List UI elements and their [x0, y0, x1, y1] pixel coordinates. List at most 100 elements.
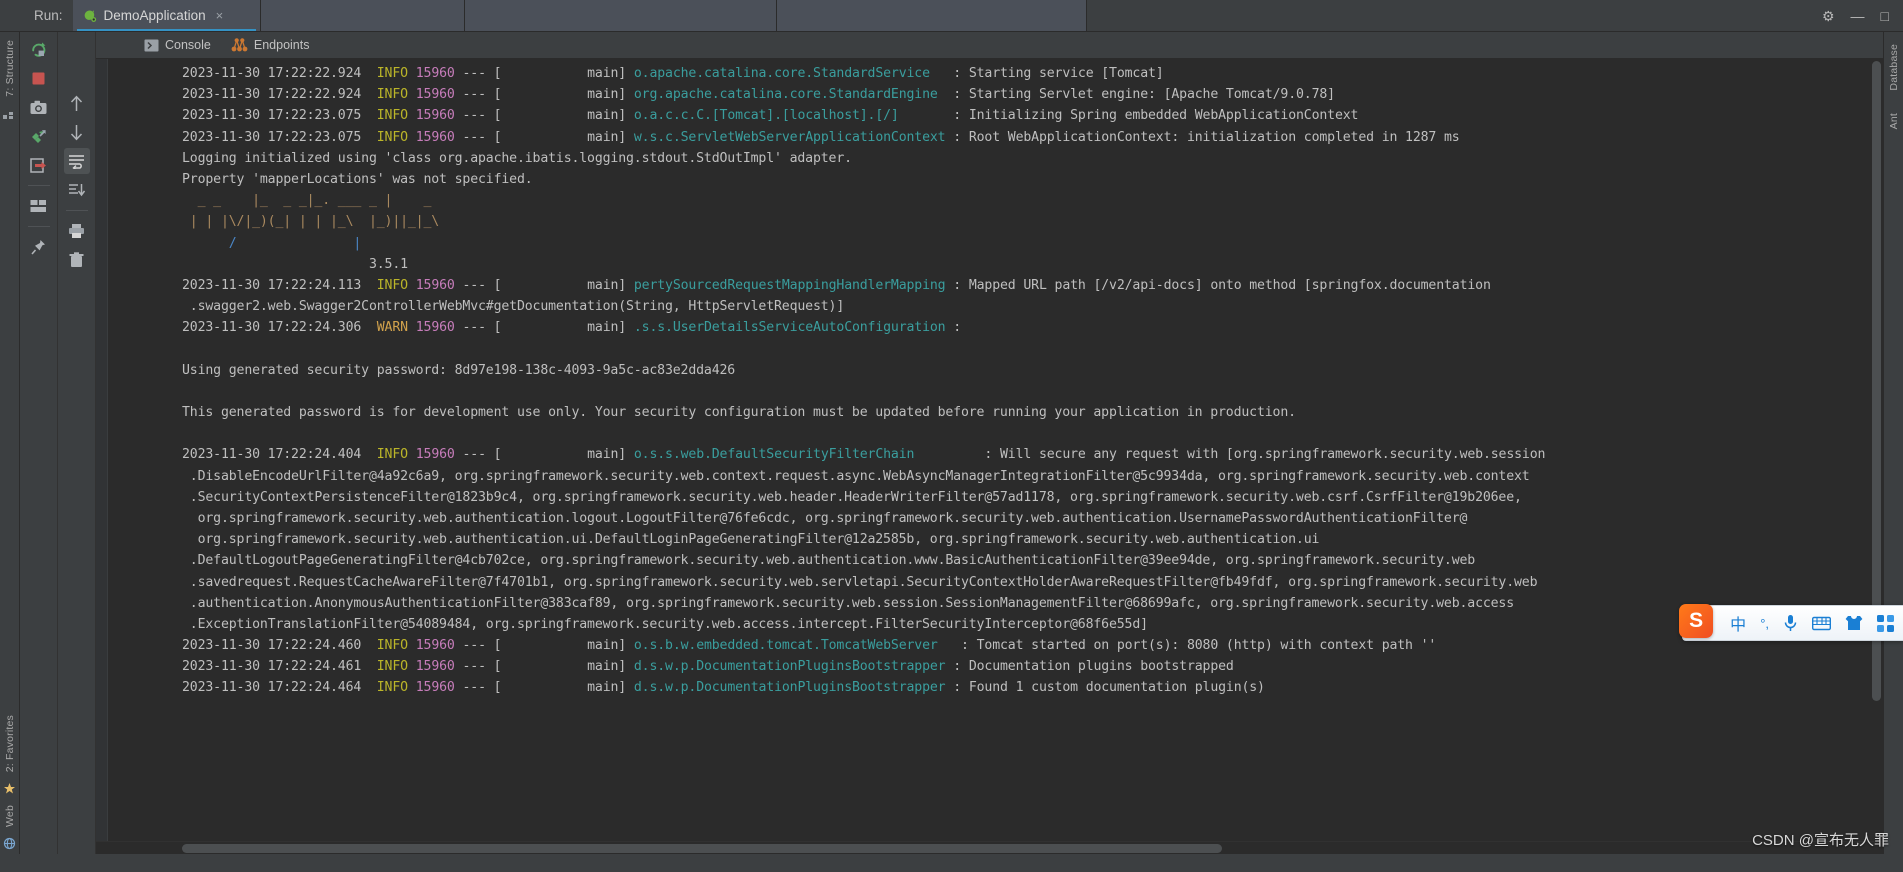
console-gutter	[96, 59, 108, 841]
status-bar	[0, 854, 1903, 872]
intellij-idea-window: Run: DemoApplication × ⚙ — □ 7: Structur…	[0, 0, 1903, 872]
sidebar-item-structure[interactable]: 7: Structure	[4, 34, 16, 103]
console-horizontal-scrollbar[interactable]	[96, 841, 1883, 854]
hscrollbar-thumb[interactable]	[182, 844, 1222, 853]
endpoints-icon	[231, 38, 248, 52]
arrow-up-icon[interactable]	[64, 90, 90, 116]
tab-endpoints[interactable]: Endpoints	[231, 38, 310, 52]
console-line: org.springframework.security.web.authent…	[182, 532, 1320, 548]
pin-icon[interactable]	[26, 234, 52, 260]
toolbar-divider-2	[27, 226, 50, 227]
tab-console[interactable]: Console	[144, 38, 211, 52]
console-line: org.springframework.security.web.authent…	[182, 510, 1468, 526]
run-toolbar-primary	[20, 32, 58, 854]
ime-toolbar: S 中 °,	[1679, 604, 1903, 641]
trash-icon[interactable]	[64, 247, 90, 273]
console-area: 2023-11-30 17:22:22.924 INFO 15960 --- […	[96, 59, 1883, 841]
thread-dump-icon[interactable]	[26, 123, 52, 149]
close-icon[interactable]: ×	[216, 8, 224, 23]
tab-endpoints-label: Endpoints	[253, 38, 310, 52]
run-toolbar-secondary	[58, 32, 96, 854]
console-line: .swagger2.web.Swagger2ControllerWebMvc#g…	[182, 299, 845, 315]
console-line: .SecurityContextPersistenceFilter@1823b9…	[182, 489, 1522, 505]
console-line: .ExceptionTranslationFilter@54089484, or…	[182, 616, 1148, 632]
console-line: 2023-11-30 17:22:24.464 INFO 15960 --- […	[182, 680, 1265, 696]
console-line: .authentication.AnonymousAuthenticationF…	[182, 595, 1515, 611]
scroll-to-end-icon[interactable]	[64, 177, 90, 203]
console-line: 2023-11-30 17:22:24.306 WARN 15960 --- […	[182, 320, 962, 336]
console-subtabs: Console Endpoints	[96, 32, 1883, 59]
csdn-watermark: CSDN @宣布无人罪	[1752, 832, 1889, 849]
tabstrip-empty-3	[776, 0, 1087, 31]
gear-icon[interactable]: ⚙	[1822, 9, 1835, 23]
print-icon[interactable]	[64, 218, 90, 244]
main-body: 7: Structure 2: Favorites Web Console En…	[0, 32, 1903, 854]
console-line: 2023-11-30 17:22:23.075 INFO 15960 --- […	[182, 108, 1359, 124]
console-line: 2023-11-30 17:22:24.113 INFO 15960 --- […	[182, 277, 1491, 293]
console-line: Property 'mapperLocations' was not speci…	[182, 171, 533, 187]
arrow-down-icon[interactable]	[64, 119, 90, 145]
tabstrip-empty-4	[1086, 0, 1816, 31]
left-rail-spacer	[0, 0, 20, 31]
toolbar-divider-1	[27, 185, 50, 186]
tab-demoapplication[interactable]: DemoApplication ×	[72, 0, 261, 31]
camera-icon[interactable]	[26, 94, 52, 120]
console-line: 3.5.1	[182, 256, 416, 272]
console-line: | | |\/|_)(_| | | |_\ |_)||_|_\	[182, 214, 440, 230]
run-label-text: Run:	[34, 8, 63, 23]
sidebar-item-database[interactable]: Database	[1888, 38, 1900, 97]
console-line: 2023-11-30 17:22:24.404 INFO 15960 --- […	[182, 447, 1546, 463]
console-line: 2023-11-30 17:22:23.075 INFO 15960 --- […	[182, 129, 1460, 145]
console-line: 2023-11-30 17:22:22.924 INFO 15960 --- […	[182, 66, 1164, 81]
mic-icon[interactable]	[1776, 614, 1805, 632]
layout-icon[interactable]	[26, 193, 52, 219]
soft-wrap-icon[interactable]	[63, 148, 90, 174]
run-label: Run:	[20, 0, 73, 31]
run-tab-strip: DemoApplication ×	[72, 0, 1087, 31]
console-vertical-scrollbar[interactable]	[1870, 59, 1883, 841]
maximize-icon[interactable]: □	[1881, 9, 1889, 23]
spring-boot-icon	[82, 8, 97, 23]
console-line: .DisableEncodeUrlFilter@4a92c6a9, org.sp…	[182, 468, 1530, 484]
stop-button[interactable]	[26, 65, 52, 91]
sogou-logo-icon[interactable]: S	[1679, 604, 1714, 638]
sidebar-item-web[interactable]: Web	[4, 799, 16, 833]
console-line: .savedrequest.RequestCacheAwareFilter@7f…	[182, 574, 1538, 590]
window-controls: ⚙ — □	[1816, 0, 1903, 31]
console-line: 2023-11-30 17:22:22.924 INFO 15960 --- […	[182, 87, 1335, 103]
sidebar-item-favorites[interactable]: 2: Favorites	[4, 709, 16, 778]
ime-punctuation-toggle[interactable]: °,	[1753, 616, 1776, 631]
minimize-icon[interactable]: —	[1851, 9, 1865, 23]
console-output[interactable]: 2023-11-30 17:22:22.924 INFO 15960 --- […	[96, 59, 1870, 841]
console-line: _ _ |_ _ _|_. ___ _ | _	[182, 193, 440, 209]
toolbar-divider-3	[65, 210, 88, 211]
left-tool-window-bar: 7: Structure 2: Favorites Web	[0, 32, 20, 854]
console-line: This generated password is for developme…	[182, 405, 1296, 420]
export-icon[interactable]	[26, 152, 52, 178]
right-tool-window-bar: Database Ant	[1883, 32, 1903, 854]
apps-icon[interactable]	[1870, 614, 1901, 632]
sidebar-item-ant[interactable]: Ant	[1888, 107, 1900, 135]
ime-language-toggle[interactable]: 中	[1723, 611, 1753, 635]
skin-icon[interactable]	[1838, 615, 1870, 631]
keyboard-icon[interactable]	[1805, 616, 1838, 631]
structure-icon	[3, 107, 16, 120]
left-strip-top: 7: Structure	[3, 34, 16, 120]
console-icon	[144, 39, 159, 52]
rerun-button[interactable]	[26, 36, 52, 62]
console-line: Logging initialized using 'class org.apa…	[182, 150, 852, 166]
star-icon	[3, 782, 16, 795]
console-line: Using generated security password: 8d97e…	[182, 362, 736, 378]
left-strip-bottom: 2: Favorites Web	[3, 709, 16, 850]
run-window-header: Run: DemoApplication × ⚙ — □	[0, 0, 1903, 32]
tab-title: DemoApplication	[103, 8, 206, 23]
web-icon	[3, 837, 16, 850]
console-line: .DefaultLogoutPageGeneratingFilter@4cb70…	[182, 553, 1476, 569]
console-line: 2023-11-30 17:22:24.460 INFO 15960 --- […	[182, 638, 1437, 654]
console-line: / |	[182, 235, 432, 251]
console-line: 2023-11-30 17:22:24.461 INFO 15960 --- […	[182, 659, 1234, 675]
tabstrip-empty-2	[464, 0, 777, 31]
